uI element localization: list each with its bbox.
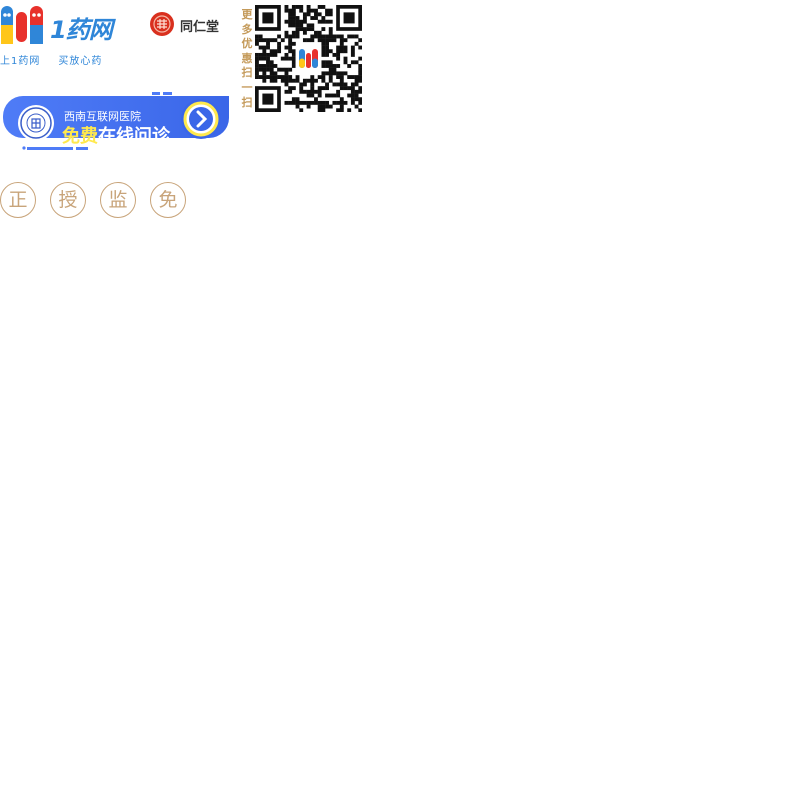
partner-tongrentang[interactable]: 同仁堂 (148, 10, 228, 40)
qr-caption: 更 多 优 惠 扫 一 扫 (241, 8, 253, 110)
tongrentang-seal-icon (150, 12, 174, 36)
qr-caption-char: 扫 (241, 66, 253, 80)
pill-mascot-icon (1, 6, 43, 44)
online-consult-banner[interactable]: 西南互联网医院 免费在线问诊 (0, 90, 235, 152)
logo-slogan-1: 上1药网 (0, 56, 41, 67)
logo-brand-text: 1药网 (50, 16, 113, 44)
banner-decoration-top (152, 92, 172, 95)
banner-title-rest: 在线问诊 (98, 126, 170, 147)
qr-caption-char: 多 (241, 22, 253, 36)
qr-caption-char: 优 (241, 37, 253, 51)
qr-caption-char: 一 (241, 80, 253, 94)
banner-title: 免费在线问诊 (62, 122, 170, 148)
logo-slogan-2: 买放心药 (58, 56, 103, 67)
qr-caption-char: 扫 (241, 95, 253, 109)
banner-decoration-bottom (22, 146, 88, 150)
promise-free[interactable]: 免 (150, 182, 186, 218)
banner-title-highlight: 免费 (62, 126, 98, 147)
chevron-right-icon[interactable] (180, 98, 222, 140)
promise-genuine[interactable]: 正 (0, 182, 36, 218)
logo-slogan: 上1药网 买放心药 (0, 52, 120, 67)
partner-name: 同仁堂 (180, 20, 220, 35)
qr-caption-char: 更 (241, 8, 253, 21)
qr-code-icon (255, 5, 362, 112)
site-logo[interactable]: 1药网 上1药网 买放心药 (0, 4, 120, 67)
promise-authorized[interactable]: 授 (50, 182, 86, 218)
service-promises: 正 授 监 免 (0, 182, 200, 218)
hospital-seal-icon (18, 105, 54, 141)
promise-supervised[interactable]: 监 (100, 182, 136, 218)
qr-caption-char: 惠 (241, 51, 253, 65)
